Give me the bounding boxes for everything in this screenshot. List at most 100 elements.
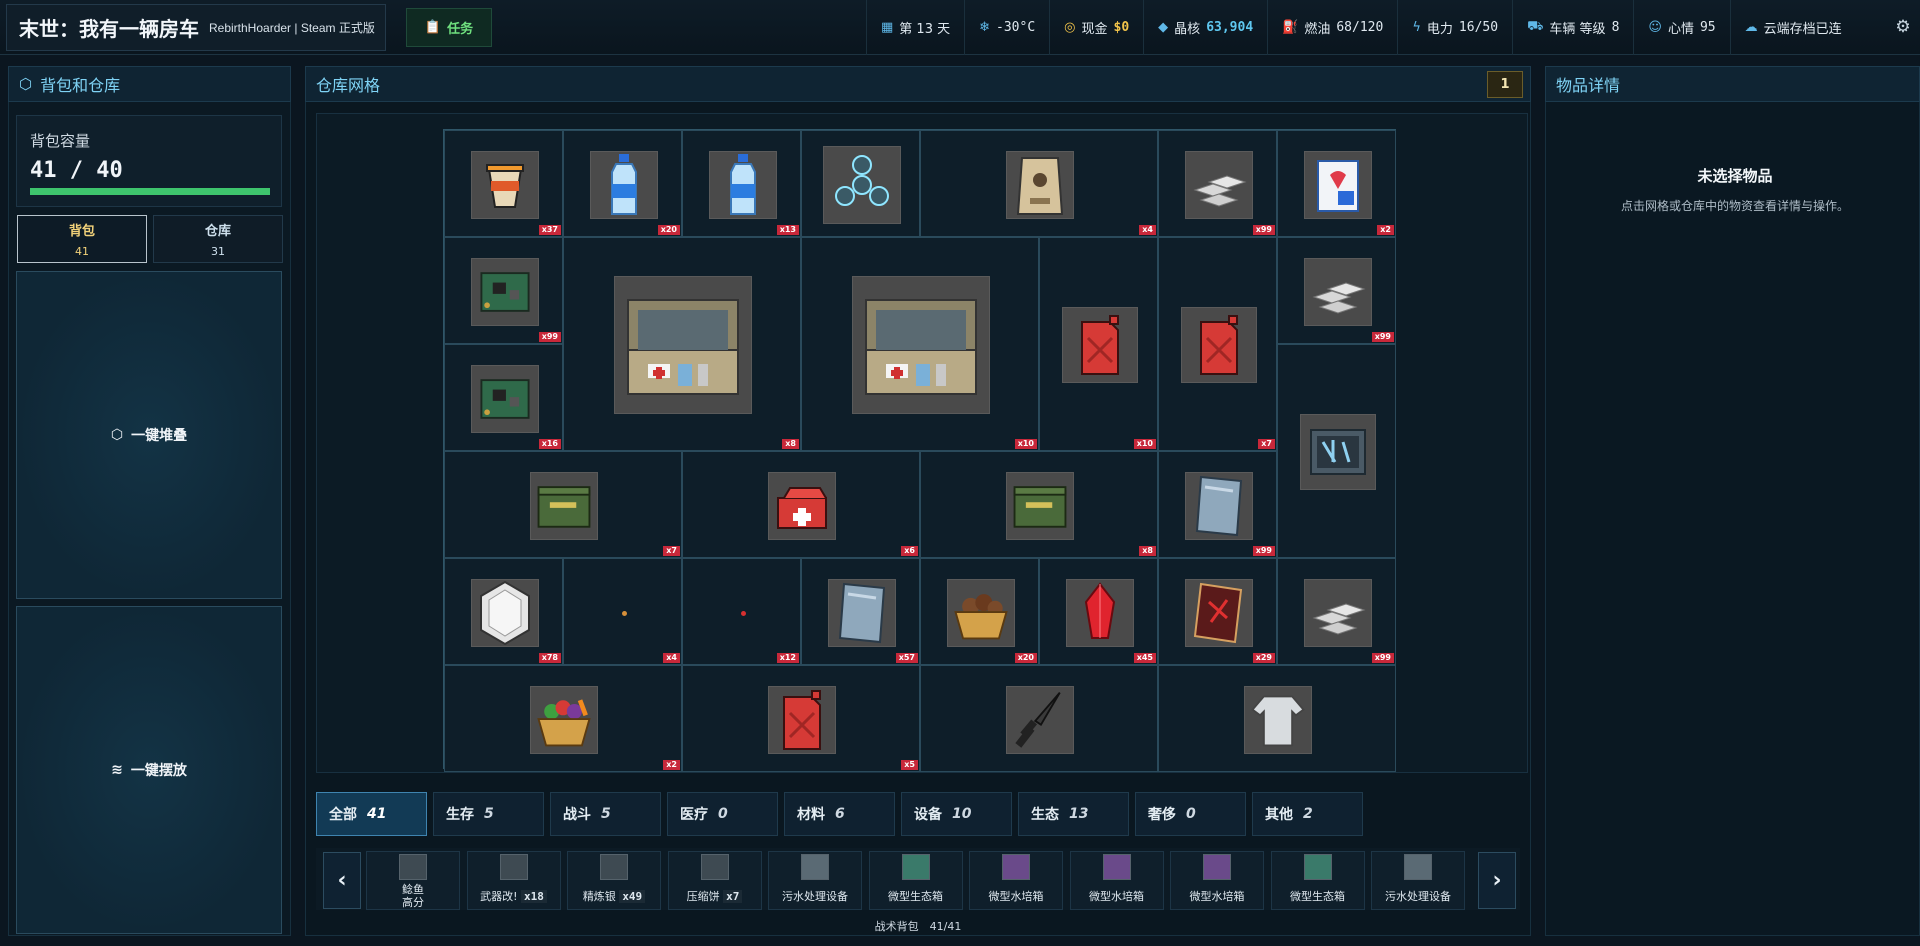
belt-slot[interactable]: 微型水培箱	[1170, 851, 1264, 910]
quantity-badge: x78	[538, 653, 561, 663]
warehouse-panel-title: 仓库网格	[316, 76, 381, 95]
category-tab-8[interactable]: 其他 2	[1252, 792, 1363, 836]
belt-item-label: 微型水培箱	[988, 890, 1044, 903]
grid-item-circuit-board[interactable]: x99	[444, 237, 563, 344]
gear-icon[interactable]: ⚙	[1892, 17, 1914, 39]
tab-backpack[interactable]: 背包 41	[17, 215, 147, 263]
grid-item-red-crystal[interactable]: x45	[1039, 558, 1158, 665]
grid-item-vegetable-basket[interactable]: x2	[444, 665, 682, 772]
circuit-board-icon	[470, 364, 539, 433]
coin-icon: ◎	[1064, 20, 1076, 35]
category-label: 医疗	[680, 807, 708, 823]
warehouse-grid: x37 x20 x13 x4 x99 x2 x99 x8 x10 x10 x7 x99 x16 x7 x6 x…	[443, 129, 1396, 772]
sweater-icon	[1244, 685, 1312, 754]
grid-item-circuit-board[interactable]: x16	[444, 344, 563, 451]
quantity-badge: x2	[663, 760, 680, 770]
task-button[interactable]: 📋 任务	[406, 8, 492, 47]
grid-item-first-aid-case[interactable]: x8	[563, 237, 801, 451]
grid-item-sweater[interactable]	[1158, 665, 1396, 772]
belt-item-icon	[499, 854, 528, 880]
quantity-badge: x13	[776, 225, 799, 235]
belt-prev-button[interactable]: ‹	[323, 852, 361, 909]
first-aid-case-icon	[852, 276, 990, 414]
inventory-panel-header: ⬡ 背包和仓库	[8, 66, 291, 102]
grid-item-silver-ingots[interactable]: x99	[1158, 130, 1277, 237]
belt-next-button[interactable]: ›	[1478, 852, 1516, 909]
page-badge[interactable]: 1	[1487, 71, 1523, 98]
belt-item-icon	[1002, 854, 1030, 880]
belt-slot[interactable]: 污水处理设备	[768, 851, 862, 910]
category-label: 生存	[446, 807, 474, 823]
grid-item-first-aid-case[interactable]: x10	[801, 237, 1039, 451]
grid-item-jerry-can[interactable]: x10	[1039, 237, 1158, 451]
grid-item-cup-noodle[interactable]: x37	[444, 130, 563, 237]
no-selection-title: 未选择物品	[1697, 167, 1773, 185]
grid-item-rune-card[interactable]: x29	[1158, 558, 1277, 665]
jerry-can-icon	[1061, 307, 1138, 383]
category-tab-2[interactable]: 战斗 5	[550, 792, 661, 836]
tab-warehouse[interactable]: 仓库 31	[153, 215, 283, 263]
category-tab-3[interactable]: 医疗 0	[667, 792, 778, 836]
grid-item-silver-ingots[interactable]: x99	[1277, 558, 1396, 665]
category-tab-7[interactable]: 奢侈 0	[1135, 792, 1246, 836]
category-count: 6	[835, 806, 845, 822]
grid-item-ammo-box[interactable]: x7	[444, 451, 682, 558]
grid-item-red-toolbox[interactable]: x6	[682, 451, 920, 558]
calendar-icon: ▦	[881, 20, 894, 35]
grid-item-medicine-box[interactable]: x2	[1277, 130, 1396, 237]
grid-item-combat-knife[interactable]	[920, 665, 1158, 772]
grid-item-jerry-can[interactable]: x7	[1158, 237, 1277, 451]
category-count: 5	[484, 806, 494, 822]
belt-item-label: 压缩饼 x7	[669, 888, 761, 904]
grid-item-water-bottle[interactable]: x13	[682, 130, 801, 237]
grid-item-tool-case[interactable]	[1277, 344, 1396, 558]
grid-item-red-seed[interactable]: x12	[682, 558, 801, 665]
belt-slot[interactable]: 精炼银 x49	[567, 851, 661, 910]
belt-slot[interactable]: 微型水培箱	[1069, 851, 1164, 910]
silver-ingots-icon	[1303, 578, 1372, 647]
belt-item-icon	[1303, 854, 1332, 880]
auto-place-button[interactable]: ≋ 一键摆放	[16, 606, 282, 934]
no-selection-desc: 点击网格或仓库中的物资查看详情与操作。	[1620, 199, 1849, 213]
belt-slot[interactable]: 微型水培箱	[969, 851, 1063, 910]
grid-item-pet-food-bag[interactable]: x4	[920, 130, 1158, 237]
category-tab-1[interactable]: 生存 5	[433, 792, 544, 836]
belt-slot[interactable]: 微型生态箱	[868, 851, 963, 910]
quantity-badge: x8	[1139, 546, 1156, 556]
belt-item-label: 微型生态箱	[1290, 890, 1345, 903]
category-count: 0	[1186, 806, 1196, 822]
quantity-badge: x99	[1252, 546, 1275, 556]
auto-stack-button[interactable]: ⬡ 一键堆叠	[16, 271, 282, 599]
category-tab-5[interactable]: 设备 10	[901, 792, 1012, 836]
grid-item-water-bottle[interactable]: x20	[563, 130, 682, 237]
grid-item-ammo-box[interactable]: x8	[920, 451, 1158, 558]
belt-slot[interactable]: 污水处理设备	[1371, 851, 1465, 910]
grid-item-metal-plate[interactable]: x99	[1158, 451, 1277, 558]
grid-item-potato-basket[interactable]: x20	[920, 558, 1039, 665]
grid-item-small-seed[interactable]: x4	[563, 558, 682, 665]
quantity-badge: x7	[663, 546, 680, 556]
tool-case-icon	[1299, 414, 1376, 490]
warehouse-panel-header: 仓库网格	[305, 66, 1531, 102]
quantity-badge: x99	[1371, 653, 1394, 663]
lightning-icon: ϟ	[1412, 20, 1421, 35]
quantity-badge: x5	[901, 760, 918, 770]
capacity-bar	[30, 188, 270, 195]
belt-slot[interactable]: 武器改! x18	[466, 851, 561, 910]
metal-plate-icon	[827, 578, 896, 647]
capacity-bar-fill	[30, 188, 270, 195]
grid-item-silver-ingots[interactable]: x99	[1277, 237, 1396, 344]
grid-item-jerry-can[interactable]: x5	[682, 665, 920, 772]
grid-item-fidget-spinner[interactable]	[801, 130, 920, 237]
silver-ingots-icon	[1184, 150, 1253, 219]
category-tab-0[interactable]: 全部 41	[316, 792, 427, 836]
quantity-badge: x10	[1133, 439, 1156, 449]
belt-slot[interactable]: 压缩饼 x7	[667, 851, 762, 910]
grid-item-metal-plate[interactable]: x57	[801, 558, 920, 665]
belt-slot[interactable]: 微型生态箱	[1270, 851, 1365, 910]
belt-slot[interactable]: 鲶鱼 高分	[366, 851, 460, 910]
category-tab-6[interactable]: 生态 13	[1018, 792, 1129, 836]
grid-item-crystal-hexagon[interactable]: x78	[444, 558, 563, 665]
clipboard-icon: 📋	[424, 20, 442, 35]
category-tab-4[interactable]: 材料 6	[784, 792, 895, 836]
